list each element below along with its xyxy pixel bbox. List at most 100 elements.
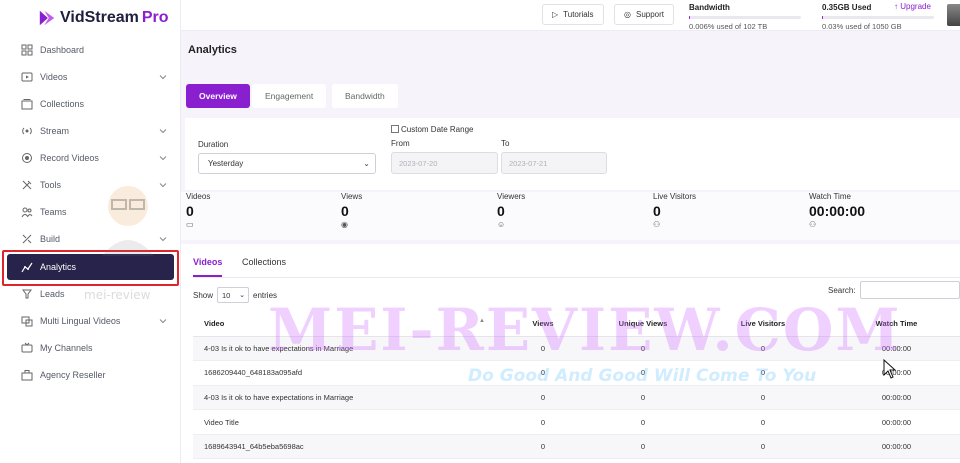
analytics-tabs: Overview Engagement Bandwidth — [181, 70, 960, 118]
viewers-icon: ☺ — [497, 220, 506, 229]
sidebar-item-agency-reseller[interactable]: Agency Reseller — [14, 362, 174, 388]
column-header-live-visitors[interactable]: Live Visitors — [693, 312, 833, 337]
from-date-value: 2023-07-20 — [399, 158, 438, 168]
sidebar-item-label: Stream — [40, 126, 70, 136]
cell-live-visitors: 0 — [693, 385, 833, 411]
chevron-down-icon — [159, 75, 167, 80]
chevron-down-icon — [159, 156, 167, 161]
stream-icon — [19, 123, 35, 139]
tab-collections[interactable]: Collections — [242, 257, 286, 267]
sidebar-item-multi-lingual-videos[interactable]: Multi Lingual Videos — [14, 308, 174, 334]
play-icon: ▷ — [552, 10, 559, 19]
column-header-unique-views[interactable]: Unique Views — [593, 312, 693, 337]
tab-videos[interactable]: Videos — [193, 257, 222, 267]
sidebar-item-my-channels[interactable]: My Channels — [14, 335, 174, 361]
logo-suffix: Pro — [141, 9, 169, 26]
sidebar-item-label: My Channels — [40, 343, 93, 353]
stat-label: Videos — [186, 192, 211, 201]
entries-label: entries — [253, 290, 278, 300]
collections-icon — [19, 96, 35, 112]
table-row[interactable]: 4-03 Is it ok to have expectations in Ma… — [193, 385, 960, 411]
cell-live-visitors: 0 — [693, 434, 833, 460]
video-icon — [19, 69, 35, 85]
sidebar-item-collections[interactable]: Collections — [14, 91, 174, 117]
cell-unique-views: 0 — [593, 434, 693, 460]
show-label: Show — [193, 290, 214, 300]
from-date-input[interactable]: 2023-07-20 — [391, 152, 498, 174]
sidebar-item-teams[interactable]: Teams — [14, 199, 174, 225]
cell-views: 0 — [493, 360, 593, 386]
stat-watch-time: Watch Time 00:00:00 ⚇ — [809, 192, 959, 229]
sidebar-item-label: Dashboard — [40, 45, 85, 55]
sidebar-item-label: Teams — [40, 207, 67, 217]
tab-bandwidth[interactable]: Bandwidth — [332, 84, 398, 108]
bandwidth-detail: 0.006% used of 102 TB — [689, 22, 768, 31]
tools-icon — [19, 177, 35, 193]
stat-value: 00:00:00 — [809, 203, 866, 219]
tab-divider — [193, 277, 960, 278]
table-row[interactable]: 1689643941_64b5eba5698ac 0 0 0 00:00:00 — [193, 434, 960, 460]
cell-watch-time: 00:00:00 — [833, 336, 960, 362]
sidebar-item-label: Tools — [40, 180, 62, 190]
entries-control: Show 10 ⌄ entries — [193, 287, 277, 303]
logo-name: VidStream — [60, 9, 139, 26]
custom-date-range-checkbox[interactable] — [391, 125, 399, 133]
from-label: From — [391, 139, 410, 148]
chevron-down-icon — [159, 129, 167, 134]
cell-unique-views: 0 — [593, 409, 693, 435]
cell-watch-time: 00:00:00 — [833, 409, 960, 435]
stat-label: Views — [341, 192, 363, 201]
record-icon — [19, 150, 35, 166]
cell-unique-views: 0 — [593, 360, 693, 386]
sidebar-item-label: Videos — [40, 72, 68, 82]
tab-engagement[interactable]: Engagement — [252, 84, 327, 108]
tutorials-label: Tutorials — [563, 10, 594, 19]
support-button[interactable]: ◎ Support — [614, 4, 675, 25]
table-row[interactable]: 4-03 Is it ok to have expectations in Ma… — [193, 336, 960, 362]
cell-video: 1689643941_64b5eba5698ac — [193, 434, 493, 460]
sidebar: VidStream Pro Dashboard Videos Collectio… — [0, 0, 181, 463]
sidebar-item-tools[interactable]: Tools — [14, 172, 174, 198]
tab-overview[interactable]: Overview — [186, 84, 250, 108]
channels-icon — [19, 340, 35, 356]
table-header-row: Video ▲ Views Unique Views Live Visitors … — [193, 312, 960, 337]
sidebar-item-build[interactable]: Build — [14, 226, 174, 252]
column-header-video[interactable]: Video ▲ — [193, 312, 493, 337]
app-logo[interactable]: VidStream Pro — [38, 8, 169, 28]
chevron-down-icon: ⌄ — [363, 159, 370, 168]
chevron-down-icon — [159, 183, 167, 188]
logo-icon — [39, 10, 55, 26]
active-tab-underline — [193, 275, 222, 277]
sidebar-item-videos[interactable]: Videos — [14, 64, 174, 90]
sidebar-item-stream[interactable]: Stream — [14, 118, 174, 144]
dashboard-icon — [19, 42, 35, 58]
users-icon: ⚇ — [653, 220, 661, 229]
search-input[interactable] — [860, 281, 960, 299]
eye-icon: ◉ — [341, 220, 348, 229]
to-date-input[interactable]: 2023-07-21 — [501, 152, 607, 174]
stats-row: Videos 0 ▭ Views 0 ◉ Viewers 0 ☺ Live Vi… — [181, 192, 960, 240]
table-row[interactable]: 1686209440_648183a095afd 0 0 0 00:00:00 — [193, 360, 960, 386]
filters-panel: Duration Yesterday ⌄ Custom Date Range F… — [185, 118, 960, 190]
to-label: To — [501, 139, 510, 148]
teams-icon — [19, 204, 35, 220]
duration-select[interactable]: Yesterday ⌄ — [198, 153, 376, 174]
storage-detail: 0.03% used of 1050 GB — [822, 22, 902, 31]
sidebar-item-dashboard[interactable]: Dashboard — [14, 37, 174, 63]
column-header-watch-time[interactable]: Watch Time — [833, 312, 960, 337]
leads-icon — [19, 286, 35, 302]
cell-video: 4-03 Is it ok to have expectations in Ma… — [193, 336, 493, 362]
build-icon — [19, 231, 35, 247]
tutorials-button[interactable]: ▷ Tutorials — [542, 4, 604, 25]
analytics-highlight — [2, 250, 179, 286]
column-header-views[interactable]: Views — [493, 312, 593, 337]
avatar[interactable] — [947, 4, 960, 26]
upgrade-link[interactable]: ↑ Upgrade — [894, 2, 931, 11]
table-row[interactable]: Video Title 0 0 0 00:00:00 — [193, 409, 960, 435]
bandwidth-title: Bandwidth — [689, 3, 730, 12]
language-icon — [19, 313, 35, 329]
upgrade-label: Upgrade — [900, 2, 931, 11]
cell-unique-views: 0 — [593, 385, 693, 411]
sidebar-item-record-videos[interactable]: Record Videos — [14, 145, 174, 171]
entries-select[interactable]: 10 ⌄ — [217, 287, 250, 303]
